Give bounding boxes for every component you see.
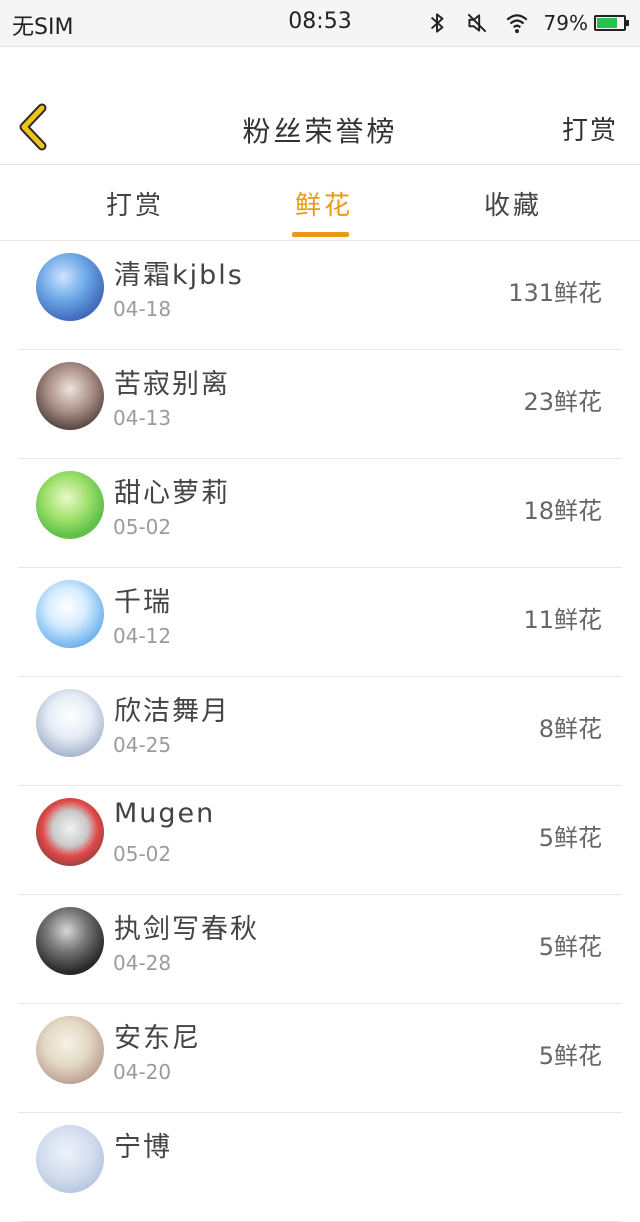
list-item[interactable]: Mugen 05-02 5鲜花 bbox=[18, 786, 622, 895]
avatar bbox=[36, 580, 104, 648]
fan-date: 04-28 bbox=[113, 951, 172, 975]
status-bar: 无SIM 08:53 79% bbox=[0, 0, 640, 47]
battery-level bbox=[597, 18, 618, 28]
flower-count: 5鲜花 bbox=[538, 933, 602, 961]
avatar bbox=[36, 798, 104, 866]
fan-date: 05-02 bbox=[113, 515, 172, 539]
fan-name: Mugen bbox=[114, 798, 216, 829]
fan-name: 欣洁舞月 bbox=[114, 696, 230, 727]
flower-count: 23鲜花 bbox=[523, 388, 602, 416]
list-item[interactable]: 甜心萝莉 05-02 18鲜花 bbox=[18, 459, 622, 568]
flower-count: 8鲜花 bbox=[538, 715, 602, 743]
fan-ranking-list: 清霜kjbls 04-18 131鲜花 苦寂别离 04-13 23鲜花 甜心萝莉… bbox=[0, 241, 640, 1222]
avatar bbox=[36, 471, 104, 539]
flower-count: 131鲜花 bbox=[508, 279, 602, 307]
mute-icon bbox=[467, 13, 486, 33]
flower-count: 11鲜花 bbox=[523, 606, 602, 634]
fan-name: 执剑写春秋 bbox=[114, 914, 259, 945]
tab-bar: 打赏 鲜花 收藏 bbox=[0, 165, 640, 241]
list-item[interactable]: 执剑写春秋 04-28 5鲜花 bbox=[18, 895, 622, 1004]
tab-favorites[interactable]: 收藏 bbox=[484, 185, 542, 222]
fan-name: 清霜kjbls bbox=[114, 260, 244, 291]
list-item[interactable]: 清霜kjbls 04-18 131鲜花 bbox=[18, 241, 622, 350]
fan-date: 04-18 bbox=[113, 297, 172, 321]
fan-date: 04-25 bbox=[113, 733, 172, 757]
list-item[interactable]: 宁博 bbox=[18, 1113, 622, 1222]
avatar bbox=[36, 689, 104, 757]
list-item[interactable]: 千瑞 04-12 11鲜花 bbox=[18, 568, 622, 677]
active-tab-indicator bbox=[292, 232, 349, 237]
flower-count: 18鲜花 bbox=[523, 497, 602, 525]
battery-percent: 79% bbox=[543, 11, 588, 35]
flower-count: 5鲜花 bbox=[538, 824, 602, 852]
list-item[interactable]: 欣洁舞月 04-25 8鲜花 bbox=[18, 677, 622, 786]
list-item[interactable]: 安东尼 04-20 5鲜花 bbox=[18, 1004, 622, 1113]
fan-name: 苦寂别离 bbox=[114, 369, 230, 400]
avatar bbox=[36, 253, 104, 321]
list-item[interactable]: 苦寂别离 04-13 23鲜花 bbox=[18, 350, 622, 459]
fan-name: 千瑞 bbox=[114, 587, 172, 618]
fan-name: 甜心萝莉 bbox=[114, 478, 230, 509]
flower-count: 5鲜花 bbox=[538, 1042, 602, 1070]
page-header: 粉丝荣誉榜 打赏 bbox=[0, 88, 640, 165]
battery-icon bbox=[594, 15, 629, 31]
bluetooth-icon bbox=[430, 13, 443, 33]
fan-name: 宁博 bbox=[114, 1132, 172, 1163]
tip-button[interactable]: 打赏 bbox=[562, 110, 618, 147]
fan-name: 安东尼 bbox=[114, 1023, 201, 1054]
avatar bbox=[36, 1016, 104, 1084]
fan-date: 04-12 bbox=[113, 624, 172, 648]
tab-flowers[interactable]: 鲜花 bbox=[295, 185, 353, 222]
fan-date: 05-02 bbox=[113, 842, 172, 866]
fan-date: 04-13 bbox=[113, 406, 172, 430]
avatar bbox=[36, 362, 104, 430]
tab-tip[interactable]: 打赏 bbox=[106, 185, 164, 222]
page-title: 粉丝荣誉榜 bbox=[242, 115, 398, 148]
fan-date: 04-20 bbox=[113, 1060, 172, 1084]
avatar bbox=[36, 907, 104, 975]
status-icons: 79% bbox=[424, 8, 629, 38]
avatar bbox=[36, 1125, 104, 1193]
wifi-icon bbox=[506, 14, 528, 34]
